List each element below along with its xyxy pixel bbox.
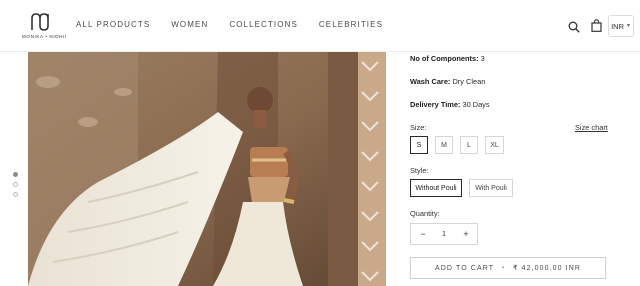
components-value: 3 [478, 54, 485, 63]
gallery-dots [13, 172, 18, 202]
delivery-label: Delivery Time: [410, 100, 461, 109]
currency-select[interactable]: INR ▼ [608, 15, 634, 37]
gallery-dot[interactable] [13, 192, 18, 197]
size-option-s[interactable]: S [410, 136, 428, 154]
components-row: No of Components: 3 [410, 54, 485, 63]
style-option-with-pouli[interactable]: With Pouli [469, 179, 513, 197]
shopping-bag-icon[interactable] [591, 19, 602, 32]
nav-women[interactable]: WOMEN [171, 20, 208, 29]
quantity-label: Quantity: [410, 209, 440, 218]
wash-care-label: Wash Care: [410, 77, 451, 86]
size-chart-link[interactable]: Size chart [575, 123, 608, 132]
size-option-l[interactable]: L [460, 136, 478, 154]
add-to-cart-label: ADD TO CART [434, 264, 495, 272]
quantity-value[interactable]: 1 [435, 224, 453, 244]
size-option-m[interactable]: M [435, 136, 453, 154]
wash-care-value: Dry Clean [450, 77, 486, 86]
separator: • [502, 265, 505, 271]
gallery-dot[interactable] [13, 172, 18, 177]
brand-logo[interactable]: MONIKA • NIDHII [22, 12, 67, 42]
nav-collections[interactable]: COLLECTIONS [229, 20, 298, 29]
currency-value: INR [611, 21, 624, 31]
size-option-xl[interactable]: XL [485, 136, 504, 154]
delivery-row: Delivery Time: 30 Days [410, 100, 490, 109]
product-image[interactable] [28, 52, 386, 286]
main-nav: ALL PRODUCTS WOMEN COLLECTIONS CELEBRITI… [76, 20, 404, 29]
site-header: MONIKA • NIDHII ALL PRODUCTS WOMEN COLLE… [0, 0, 640, 52]
logo-text: MONIKA • NIDHII [22, 34, 67, 39]
delivery-value: 30 Days [460, 100, 490, 109]
components-label: No of Components: [410, 54, 479, 63]
style-option-without-pouli[interactable]: Without Pouli [410, 179, 462, 197]
quantity-increase-button[interactable]: + [459, 224, 473, 244]
quantity-decrease-button[interactable]: − [416, 224, 430, 244]
nav-all-products[interactable]: ALL PRODUCTS [76, 20, 150, 29]
size-label: Size: [410, 123, 427, 132]
add-to-cart-button[interactable]: ADD TO CART • ₹ 42,000.00 INR [410, 257, 606, 279]
wash-care-row: Wash Care: Dry Clean [410, 77, 485, 86]
chevron-down-icon: ▼ [625, 23, 631, 29]
style-label: Style: [410, 166, 429, 175]
gallery-dot[interactable] [13, 182, 18, 187]
nav-celebrities[interactable]: CELEBRITIES [319, 20, 383, 29]
search-icon[interactable] [568, 20, 580, 33]
price: ₹ 42,000.00 INR [512, 265, 582, 272]
quantity-stepper: − 1 + [410, 223, 478, 245]
logo-mark-icon [31, 13, 49, 31]
